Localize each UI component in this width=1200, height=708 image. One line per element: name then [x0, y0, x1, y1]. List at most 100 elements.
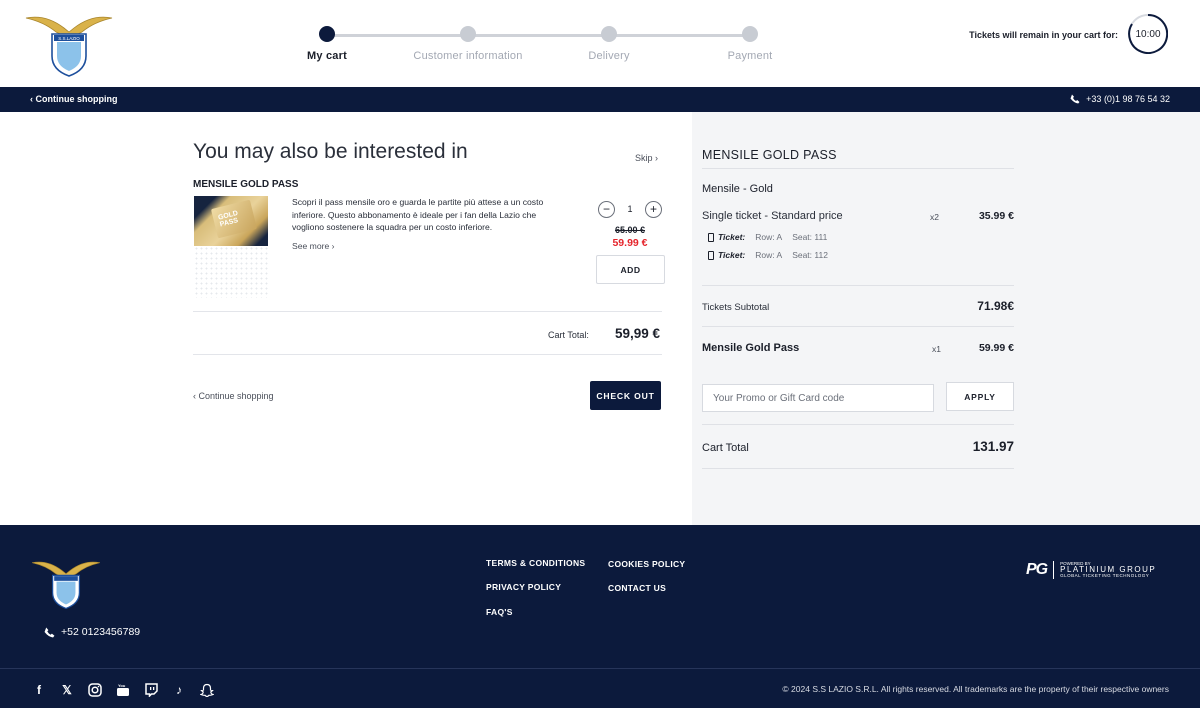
gold-pass-label: Mensile Gold Pass	[702, 342, 800, 354]
apply-button[interactable]: APPLY	[946, 382, 1014, 411]
ticket-line-label: Single ticket - Standard price	[702, 210, 843, 222]
timer-label: Tickets will remain in your cart for:	[969, 30, 1118, 40]
step-my-cart[interactable]: My cart	[257, 26, 397, 62]
pg-separator	[1053, 561, 1055, 579]
step-label: My cart	[307, 50, 347, 62]
tickets-subtotal: Tickets Subtotal 71.98€	[702, 299, 1014, 313]
upsell-product-name: MENSILE GOLD PASS	[193, 179, 299, 190]
step-delivery[interactable]: Delivery	[539, 26, 679, 62]
ticket-icon	[708, 232, 714, 242]
snapchat-icon[interactable]	[198, 681, 216, 699]
summary-cart-total-label: Cart Total	[702, 442, 749, 454]
order-summary-pane: MENSILE GOLD PASS Mensile - Gold Single …	[692, 112, 1200, 525]
summary-title: MENSILE GOLD PASS	[702, 148, 837, 162]
seat-row-value: Row: A	[755, 232, 783, 242]
divider	[702, 424, 1014, 425]
footer-phone[interactable]: +52 0123456789	[44, 626, 140, 638]
continue-shopping-link[interactable]: ‹ Continue shopping	[193, 391, 274, 401]
upsell-pane: You may also be interested in Skip › MEN…	[4, 112, 692, 525]
product-image[interactable]: GOLD PASS	[194, 196, 268, 246]
tickets-subtotal-value: 71.98€	[977, 299, 1014, 313]
skip-link[interactable]: Skip ›	[635, 153, 658, 163]
seat-ticket-label: Ticket:	[718, 250, 746, 260]
youtube-icon[interactable]: You	[114, 681, 132, 699]
step-customer-information[interactable]: Customer information	[398, 26, 538, 62]
copyright-text: © 2024 S.S LAZIO S.R.L. All rights reser…	[782, 684, 1169, 694]
divider	[702, 168, 1014, 169]
seat-row-value: Row: A	[755, 250, 783, 260]
phone-icon	[44, 627, 55, 637]
ticket-line-qty: x2	[930, 212, 939, 222]
ticket-icon	[708, 250, 714, 260]
continue-shopping-label: Continue shopping	[198, 391, 274, 401]
continue-shopping-link[interactable]: ‹ Continue shopping	[30, 94, 117, 104]
privacy-link[interactable]: PRIVACY POLICY	[486, 582, 561, 592]
decrease-quantity-button[interactable]: −	[598, 200, 615, 218]
divider	[702, 285, 1014, 286]
add-button[interactable]: ADD	[596, 255, 665, 284]
quantity-stepper: − 1 +	[598, 200, 662, 218]
x-icon[interactable]: 𝕏	[58, 681, 76, 699]
footer-divider	[0, 668, 1200, 669]
step-dot	[460, 26, 476, 42]
chevron-right-icon: ›	[652, 153, 659, 163]
svg-text:You: You	[118, 683, 126, 688]
seat-row: Ticket: Row: A Seat: 112	[708, 250, 1020, 260]
twitch-icon[interactable]	[142, 681, 160, 699]
step-label: Customer information	[413, 50, 523, 62]
upsell-cart-total-value: 59,99 €	[615, 326, 661, 341]
divider	[702, 326, 1014, 327]
continue-shopping-label: Continue shopping	[35, 94, 118, 104]
ss-lazio-logo[interactable]: S.S.LAZIO	[24, 12, 114, 78]
promo-code-input[interactable]: Your Promo or Gift Card code	[702, 384, 934, 412]
summary-subtitle: Mensile - Gold	[702, 183, 773, 195]
terms-link[interactable]: TERMS & CONDITIONS	[486, 558, 585, 568]
see-more-link[interactable]: See more ›	[292, 241, 335, 251]
pg-text: POWERED BY PLATINIUM GROUP GLOBAL TICKET…	[1060, 561, 1156, 579]
social-links: f 𝕏 You ♪	[30, 681, 216, 699]
increase-quantity-button[interactable]: +	[644, 200, 662, 218]
platinium-group-logo[interactable]: PG POWERED BY PLATINIUM GROUP GLOBAL TIC…	[1026, 560, 1174, 580]
instagram-icon[interactable]	[86, 681, 104, 699]
skip-label: Skip	[635, 153, 653, 163]
seat-row: Ticket: Row: A Seat: 111	[708, 232, 1020, 242]
divider	[193, 311, 662, 312]
gold-pass-card-text: GOLD PASS	[217, 209, 239, 229]
step-dot	[601, 26, 617, 42]
faqs-link[interactable]: FAQ'S	[486, 607, 513, 617]
seat-number: Seat: 112	[792, 250, 828, 260]
seat-ticket-label: Ticket:	[718, 232, 746, 242]
footer-phone-number: +52 0123456789	[61, 626, 141, 638]
cookies-link[interactable]: COOKIES POLICY	[608, 559, 685, 569]
upsell-heading: You may also be interested in	[193, 140, 468, 163]
step-label: Payment	[727, 50, 773, 62]
ticket-line: Single ticket - Standard price x2 35.99 …	[702, 210, 1014, 222]
step-label: Delivery	[588, 50, 630, 62]
main-content: You may also be interested in Skip › MEN…	[0, 112, 1200, 525]
header: S.S.LAZIO My cart Customer information D…	[0, 0, 1200, 87]
product-description: Scopri il pass mensile oro e guarda le p…	[292, 197, 544, 232]
old-price: 65.00 €	[614, 225, 646, 235]
facebook-icon[interactable]: f	[30, 681, 48, 699]
checkout-button[interactable]: CHECK OUT	[590, 381, 661, 410]
gold-pass-card: GOLD PASS	[210, 199, 258, 239]
step-payment[interactable]: Payment	[680, 26, 820, 62]
support-phone-number: +33 (0)1 98 76 54 32	[1086, 94, 1170, 104]
footer-logo[interactable]	[30, 558, 102, 610]
image-placeholder-pattern	[194, 246, 268, 298]
see-more-label: See more	[292, 241, 330, 251]
chevron-right-icon: ›	[329, 241, 335, 251]
seat-number: Seat: 111	[792, 232, 828, 242]
ticket-line-price: 35.99 €	[978, 210, 1014, 222]
svg-text:S.S.LAZIO: S.S.LAZIO	[58, 36, 80, 41]
top-navbar: ‹ Continue shopping +33 (0)1 98 76 54 32	[0, 87, 1200, 112]
upsell-cart-total-label: Cart Total:	[548, 330, 589, 340]
gold-pass-price: 59.99 €	[978, 342, 1014, 354]
pg-tagline: GLOBAL TICKETING TECHNOLOGY	[1060, 573, 1150, 578]
support-phone[interactable]: +33 (0)1 98 76 54 32	[1070, 94, 1170, 104]
contact-link[interactable]: CONTACT US	[608, 583, 666, 593]
summary-cart-total-value: 131.97	[972, 439, 1014, 454]
tiktok-icon[interactable]: ♪	[170, 681, 188, 699]
checkout-stepper: My cart Customer information Delivery Pa…	[300, 26, 780, 66]
step-dot	[742, 26, 758, 42]
